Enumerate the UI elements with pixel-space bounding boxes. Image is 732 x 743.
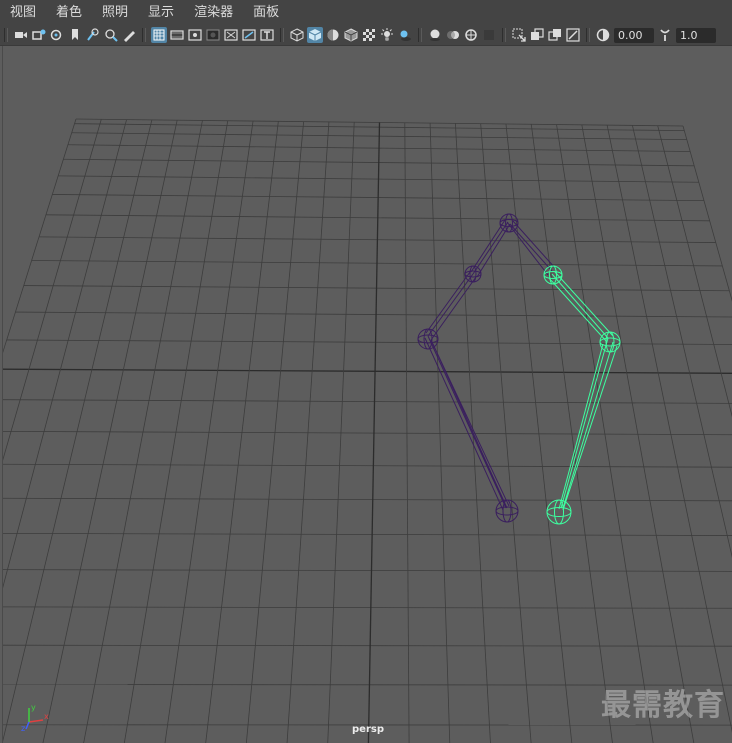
toolbar-separator <box>280 28 284 42</box>
toolbar-grip <box>4 28 8 42</box>
grid-line <box>3 463 732 468</box>
xray-icon[interactable] <box>529 27 545 43</box>
2d-pan-zoom-icon[interactable] <box>85 27 101 43</box>
menu-bar: 视图 着色 照明 显示 渲染器 面板 <box>0 0 732 25</box>
grid-line <box>3 533 732 536</box>
skeleton-leg-left[interactable] <box>417 213 519 523</box>
joint-ankle-left[interactable] <box>417 328 439 350</box>
gate-mask-icon[interactable] <box>205 27 221 43</box>
menu-lighting[interactable]: 照明 <box>92 0 138 25</box>
menu-panels[interactable]: 面板 <box>243 0 289 25</box>
grid-line <box>3 606 732 609</box>
camera-name-label: persp <box>352 724 384 735</box>
toolbar-separator <box>142 28 146 42</box>
watermark: 最需教育 <box>601 688 725 723</box>
use-all-lights-icon[interactable] <box>379 27 395 43</box>
grid-line <box>3 118 77 354</box>
menu-renderer[interactable]: 渲染器 <box>184 0 243 25</box>
pencil-icon[interactable] <box>121 27 137 43</box>
safe-action-icon[interactable] <box>241 27 257 43</box>
resolution-gate-icon[interactable] <box>187 27 203 43</box>
xray-active-components-icon[interactable] <box>547 27 563 43</box>
grid-line <box>6 339 732 345</box>
image-plane-icon[interactable] <box>67 27 83 43</box>
axis-x-line <box>28 719 44 723</box>
safe-title-icon[interactable] <box>259 27 275 43</box>
bone-knee-to-ankle-left[interactable] <box>425 271 477 341</box>
film-gate-icon[interactable] <box>169 27 185 43</box>
menu-shading[interactable]: 着色 <box>46 0 92 25</box>
grid-toggle-icon[interactable] <box>151 27 167 43</box>
grid-axis-line <box>3 368 732 374</box>
grease-pencil-icon[interactable] <box>103 27 119 43</box>
smooth-shade-icon[interactable] <box>307 27 323 43</box>
shadows-icon[interactable] <box>397 27 413 43</box>
viewport-scene <box>3 118 732 743</box>
joint-foot-right[interactable] <box>546 499 572 525</box>
joint-ankle-right[interactable] <box>599 331 621 353</box>
menu-show[interactable]: 显示 <box>138 0 184 25</box>
exposure-icon[interactable] <box>595 27 611 43</box>
isolate-select-icon[interactable] <box>511 27 527 43</box>
grid-line <box>3 497 732 502</box>
grid-line <box>3 644 732 647</box>
gamma-icon[interactable] <box>657 27 673 43</box>
toolbar-separator <box>586 28 590 42</box>
field-chart-icon[interactable] <box>223 27 239 43</box>
ground-grid <box>3 118 732 743</box>
bookmarks-icon[interactable] <box>49 27 65 43</box>
xray-joints-icon[interactable] <box>565 27 581 43</box>
motion-blur-icon[interactable] <box>445 27 461 43</box>
wireframe-icon[interactable] <box>289 27 305 43</box>
grid-line <box>3 569 732 572</box>
toolbar-separator <box>502 28 506 42</box>
exposure-field[interactable] <box>614 27 654 43</box>
depth-of-field-icon[interactable] <box>481 27 497 43</box>
default-material-icon[interactable] <box>325 27 341 43</box>
axis-y-label: y <box>31 703 36 712</box>
menu-view[interactable]: 视图 <box>0 0 46 25</box>
wireframe-on-shaded-icon[interactable] <box>343 27 359 43</box>
anti-aliasing-icon[interactable] <box>463 27 479 43</box>
camera-attributes-icon[interactable] <box>31 27 47 43</box>
perspective-viewport[interactable]: x y z 最需教育 persp <box>2 46 732 743</box>
camera-select-icon[interactable] <box>13 27 29 43</box>
bone-hip-to-knee-left[interactable] <box>470 219 511 278</box>
grid-line <box>3 430 732 436</box>
gamma-field[interactable] <box>676 27 716 43</box>
panel-toolbar <box>0 25 732 46</box>
toolbar-separator <box>418 28 422 42</box>
bone-ankle-to-foot-right[interactable] <box>558 337 618 511</box>
screen-space-ao-icon[interactable] <box>427 27 443 43</box>
grid-line <box>3 399 732 404</box>
axis-x-label: x <box>44 712 49 721</box>
joint-foot-left[interactable] <box>495 499 519 523</box>
textured-icon[interactable] <box>361 27 377 43</box>
grid-line <box>15 311 732 318</box>
